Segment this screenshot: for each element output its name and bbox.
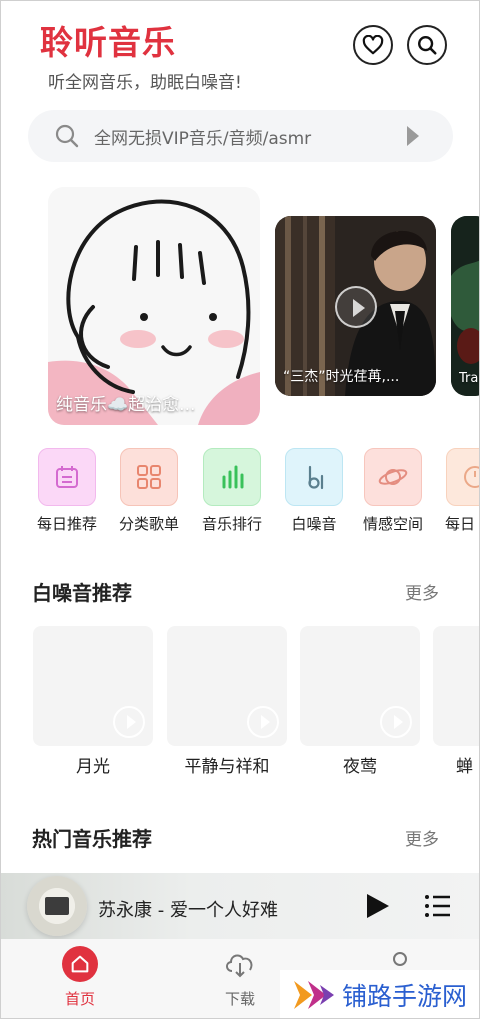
quick-label: 音乐排行 — [201, 515, 262, 533]
white-noise-tile-moonlight[interactable] — [33, 626, 153, 746]
calendar-icon — [38, 448, 96, 506]
home-icon — [62, 946, 98, 982]
hot-music-more-link[interactable]: 更多 — [405, 825, 439, 850]
banner-label: “三杰”时光荏苒,... — [283, 369, 400, 385]
tab-label: 下载 — [224, 990, 255, 1008]
banner-card-1[interactable]: 纯音乐☁️超治愈... — [48, 187, 260, 425]
quick-label: 每日 — [445, 515, 476, 533]
play-icon[interactable] — [380, 706, 412, 738]
play-icon[interactable] — [367, 894, 389, 918]
search-placeholder: 全网无损VIP音乐/音频/asmr — [94, 128, 312, 149]
white-noise-tile-nightingale[interactable] — [300, 626, 420, 746]
search-icon — [418, 36, 437, 55]
play-icon[interactable] — [247, 706, 279, 738]
quick-label: 每日推荐 — [36, 515, 97, 533]
play-icon[interactable] — [335, 286, 377, 328]
white-noise-more-link[interactable]: 更多 — [405, 579, 439, 604]
album-photo — [451, 216, 480, 396]
watermark-logo-icon — [294, 980, 334, 1009]
arrow-right-icon[interactable] — [407, 126, 419, 146]
cloud-download-icon — [222, 946, 258, 982]
watermark-text: 铺路手游网 — [342, 981, 468, 1011]
quick-category-playlists[interactable]: 分类歌单 — [119, 448, 179, 534]
now-playing-title[interactable]: 苏永康 - 爱一个人好难 — [98, 896, 278, 922]
app-subtitle: 听全网音乐，助眠白噪音! — [48, 73, 242, 93]
watermark: 铺路手游网 — [280, 970, 480, 1019]
quick-daily-recommend[interactable]: 每日推荐 — [37, 448, 97, 534]
heart-icon — [362, 35, 384, 55]
play-icon[interactable] — [113, 706, 145, 738]
favorites-button[interactable] — [353, 25, 393, 65]
banner-label: 纯音乐☁️超治愈... — [56, 395, 196, 415]
banner-card-2[interactable]: “三杰”时光荏苒,... — [275, 216, 436, 396]
tab-label: 首页 — [64, 990, 95, 1008]
search-bar[interactable]: 全网无损VIP音乐/音频/asmr — [28, 110, 453, 162]
quick-white-noise[interactable]: 白噪音 — [284, 448, 344, 534]
music-note-icon — [285, 448, 343, 506]
white-noise-label: 平静与祥和 — [184, 757, 270, 777]
app-title: 聆听音乐 — [40, 23, 176, 62]
white-noise-tile-calm[interactable] — [167, 626, 287, 746]
white-noise-label: 夜莺 — [343, 757, 377, 777]
tab-download[interactable]: 下载 — [210, 946, 270, 1009]
quick-label: 白噪音 — [291, 515, 337, 533]
quick-label: 分类歌单 — [118, 515, 179, 533]
search-button[interactable] — [407, 25, 447, 65]
quick-music-ranking[interactable]: 音乐排行 — [202, 448, 262, 534]
white-noise-tile-cicada[interactable] — [433, 626, 480, 746]
planet-icon — [364, 448, 422, 506]
quick-daily-more[interactable]: 每日 — [445, 448, 480, 534]
white-noise-label: 月光 — [76, 757, 110, 777]
bar-chart-icon — [203, 448, 261, 506]
tab-home[interactable]: 首页 — [50, 946, 110, 1009]
white-noise-label: 蝉 — [456, 757, 473, 777]
quick-emotion-space[interactable]: 情感空间 — [363, 448, 423, 534]
banner-label: Tra — [459, 371, 479, 386]
banner-card-3[interactable]: Tra — [451, 216, 480, 396]
search-icon — [55, 124, 79, 148]
section-title-white-noise: 白噪音推荐 — [32, 581, 132, 605]
grid-icon — [120, 448, 178, 506]
quick-label: 情感空间 — [362, 515, 423, 533]
album-cover[interactable] — [27, 876, 87, 936]
playlist-icon[interactable] — [424, 892, 452, 920]
clock-icon — [446, 448, 480, 506]
section-title-hot-music: 热门音乐推荐 — [32, 827, 152, 851]
